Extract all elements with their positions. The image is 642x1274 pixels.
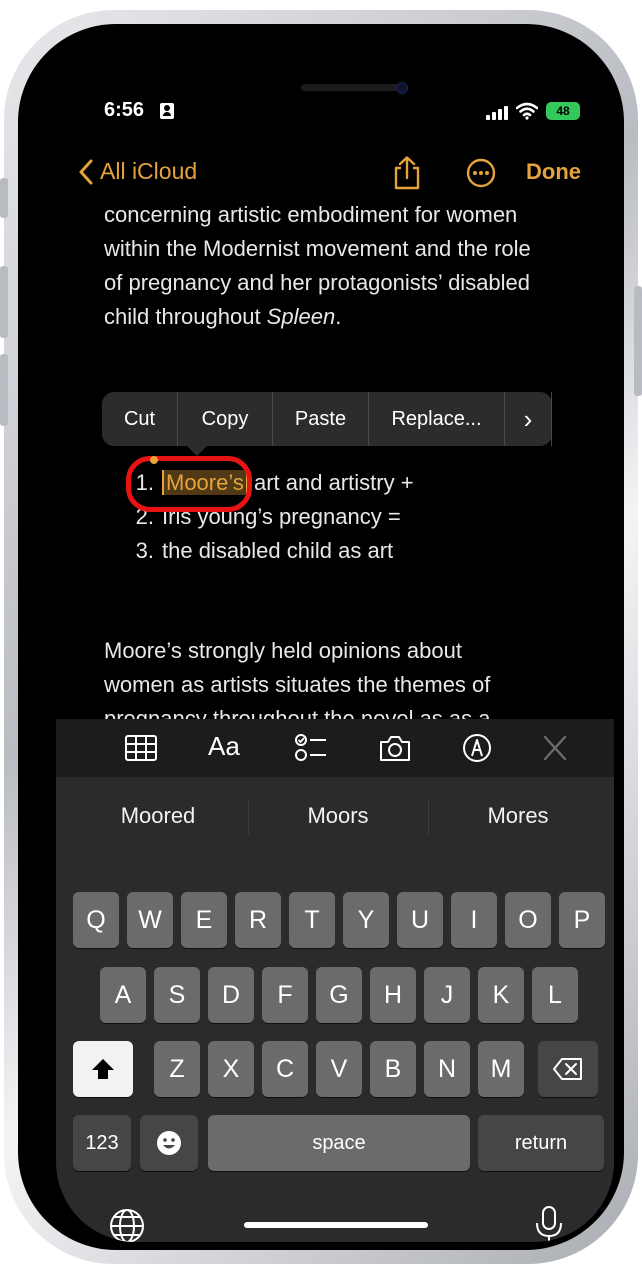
note-line: within the Modernist movement and the ro… — [104, 236, 531, 261]
note-text: child throughout — [104, 304, 267, 329]
bezel: 6:56 48 All iCloud Done concerning artis… — [18, 24, 624, 1250]
shift-key[interactable] — [73, 1041, 133, 1097]
note-line: child throughout Spleen. — [104, 300, 584, 334]
keyboard: Q W E R T Y U I O P A S D F G H J K L Z … — [56, 857, 614, 1242]
silent-switch — [0, 178, 8, 218]
selection-handle-start[interactable] — [150, 456, 158, 464]
key-g[interactable]: G — [316, 967, 362, 1023]
key-i[interactable]: I — [451, 892, 497, 948]
backspace-icon — [553, 1058, 582, 1080]
note-text: . — [335, 304, 342, 329]
key-b[interactable]: B — [370, 1041, 416, 1097]
menu-pointer — [187, 446, 207, 456]
list-text: art and artistry + — [247, 470, 414, 495]
share-icon[interactable] — [392, 156, 422, 190]
key-n[interactable]: N — [424, 1041, 470, 1097]
key-u[interactable]: U — [397, 892, 443, 948]
keyboard-accessory-toolbar: Aa — [56, 719, 614, 777]
copy-button[interactable]: Copy — [178, 392, 273, 446]
emoji-key[interactable] — [140, 1115, 198, 1171]
key-j[interactable]: J — [424, 967, 470, 1023]
battery-level: 48 — [556, 104, 570, 118]
cut-button[interactable]: Cut — [102, 392, 178, 446]
suggestion-1[interactable]: Moored — [68, 803, 248, 829]
key-l[interactable]: L — [532, 967, 578, 1023]
edit-menu: Cut Copy Paste Replace... › — [102, 392, 552, 456]
note-line: concerning artistic embodiment for women — [104, 202, 518, 227]
close-toolbar-icon[interactable] — [538, 733, 572, 763]
note-line: women as artists situates the themes of — [104, 672, 491, 697]
key-h[interactable]: H — [370, 967, 416, 1023]
key-k[interactable]: K — [478, 967, 524, 1023]
table-icon[interactable] — [124, 733, 158, 763]
emoji-face-icon — [157, 1131, 181, 1155]
shift-arrow-icon — [92, 1059, 114, 1079]
suggestion-2[interactable]: Moors — [248, 803, 428, 829]
numbers-key[interactable]: 123 — [73, 1115, 131, 1171]
key-e[interactable]: E — [181, 892, 227, 948]
dictation-microphone-icon[interactable] — [534, 1205, 564, 1242]
book-title-italic: Spleen — [266, 304, 336, 329]
battery-indicator: 48 — [546, 102, 580, 120]
back-button[interactable]: All iCloud — [78, 158, 197, 185]
delete-key[interactable] — [538, 1041, 598, 1097]
key-a[interactable]: A — [100, 967, 146, 1023]
key-d[interactable]: D — [208, 967, 254, 1023]
focus-person-icon — [160, 103, 174, 119]
text-format-button[interactable]: Aa — [208, 731, 240, 762]
phone-frame: 6:56 48 All iCloud Done concerning artis… — [0, 10, 642, 1264]
checklist-icon[interactable] — [294, 733, 328, 763]
highlight-annotation-circle — [126, 456, 252, 512]
key-x[interactable]: X — [208, 1041, 254, 1097]
markup-pen-icon[interactable] — [460, 733, 494, 763]
more-actions-button[interactable]: › — [505, 392, 552, 446]
status-time: 6:56 — [104, 99, 145, 121]
list-number: 3. — [135, 538, 154, 563]
done-button[interactable]: Done — [526, 159, 581, 185]
paste-button[interactable]: Paste — [273, 392, 369, 446]
note-line: of pregnancy and her protagonists’ disab… — [104, 270, 531, 295]
list-text: the disabled child as art — [162, 538, 394, 563]
suggestion-3[interactable]: Mores — [428, 803, 608, 829]
key-f[interactable]: F — [262, 967, 308, 1023]
predictive-text-bar: Moored Moors Mores — [56, 777, 614, 857]
key-m[interactable]: M — [478, 1041, 524, 1097]
more-options-icon[interactable] — [466, 158, 496, 188]
key-v[interactable]: V — [316, 1041, 362, 1097]
key-o[interactable]: O — [505, 892, 551, 948]
globe-icon[interactable] — [108, 1207, 146, 1242]
key-p[interactable]: P — [559, 892, 605, 948]
key-t[interactable]: T — [289, 892, 335, 948]
chevron-left-icon — [79, 159, 93, 184]
home-indicator[interactable] — [244, 1222, 428, 1228]
key-y[interactable]: Y — [343, 892, 389, 948]
list-item: 3. the disabled child as art — [116, 534, 414, 568]
volume-down-button — [0, 354, 8, 426]
key-c[interactable]: C — [262, 1041, 308, 1097]
cellular-signal-icon — [486, 106, 510, 120]
earpiece-speaker — [301, 84, 401, 91]
front-camera — [396, 82, 408, 94]
camera-icon[interactable] — [378, 733, 412, 763]
screen: 6:56 48 All iCloud Done concerning artis… — [56, 62, 614, 1242]
key-s[interactable]: S — [154, 967, 200, 1023]
wifi-icon — [516, 102, 538, 120]
return-key[interactable]: return — [478, 1115, 604, 1171]
key-w[interactable]: W — [127, 892, 173, 948]
key-r[interactable]: R — [235, 892, 281, 948]
note-line: Moore’s strongly held opinions about — [104, 638, 462, 663]
space-key[interactable]: space — [208, 1115, 470, 1171]
key-q[interactable]: Q — [73, 892, 119, 948]
back-label: All iCloud — [100, 158, 198, 184]
power-button — [634, 286, 642, 396]
volume-up-button — [0, 266, 8, 338]
key-z[interactable]: Z — [154, 1041, 200, 1097]
replace-button[interactable]: Replace... — [369, 392, 505, 446]
note-paragraph-1[interactable]: concerning artistic embodiment for women… — [104, 198, 584, 334]
